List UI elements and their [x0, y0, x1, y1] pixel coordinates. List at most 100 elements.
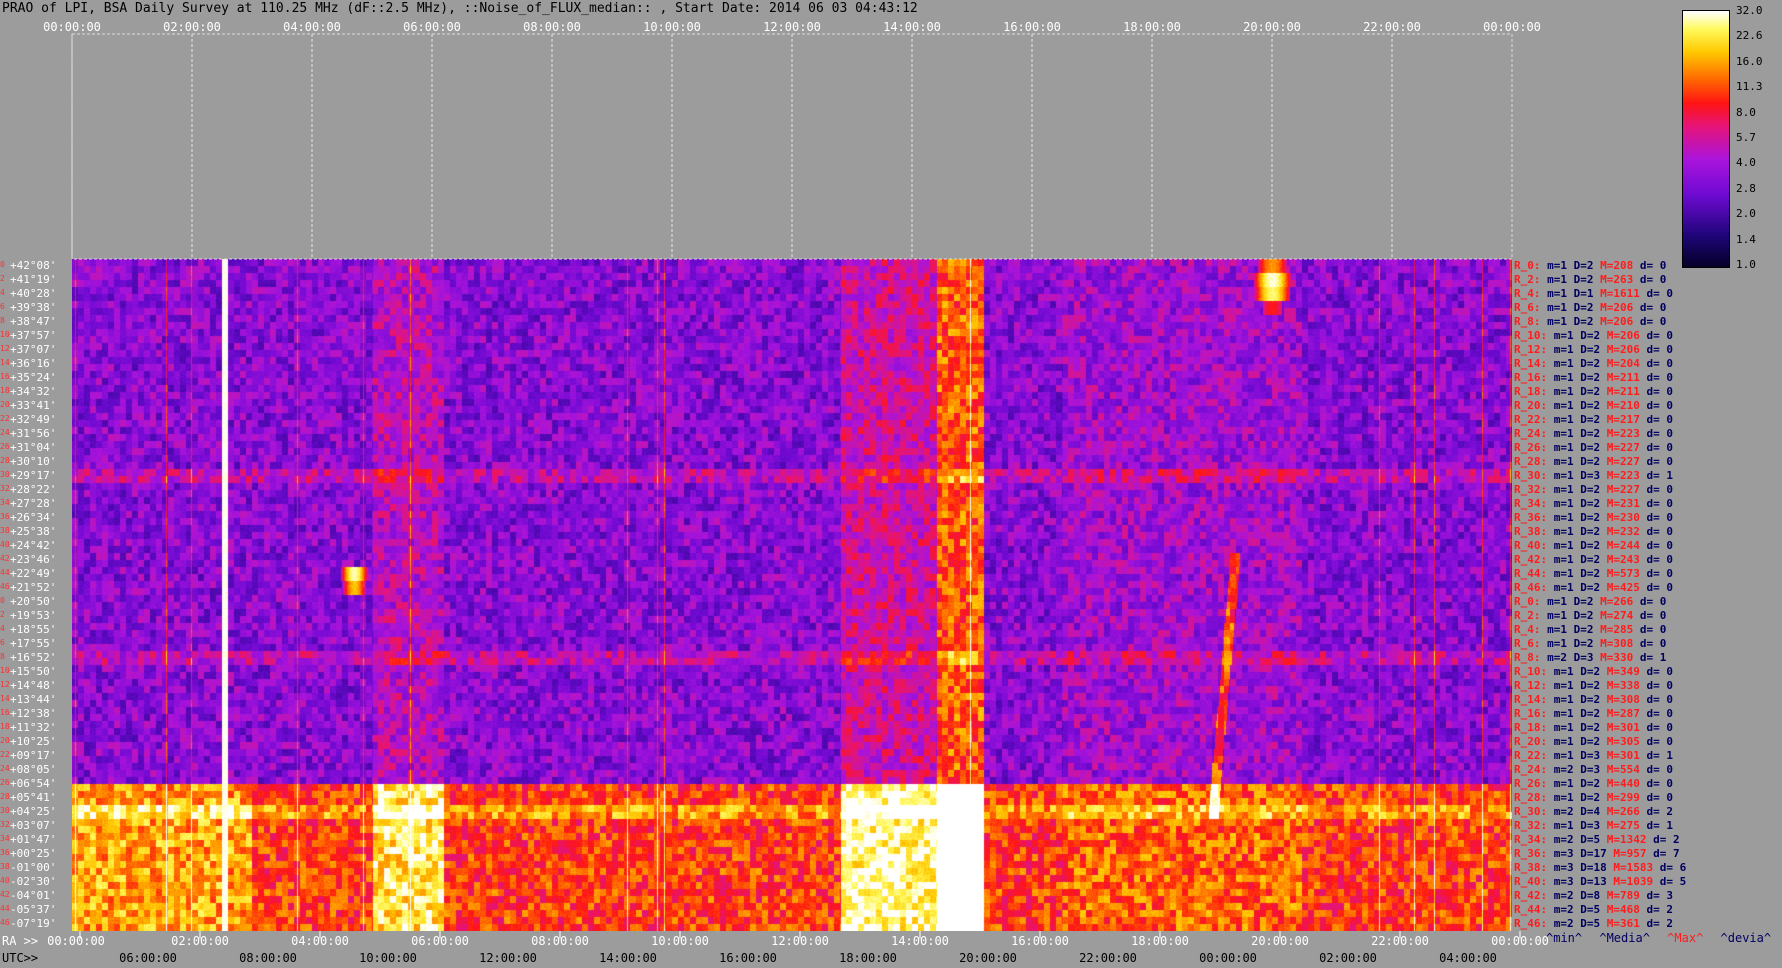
row-stat-field: d= 3 — [1646, 889, 1674, 902]
row-index-label: 2 — [0, 610, 5, 619]
utc-tick-label: 18:00:00 — [839, 951, 897, 965]
dec-tick-label: +12°38' — [10, 707, 57, 720]
row-stat-field: R_38: — [1514, 525, 1554, 538]
row-stat-field: M=275 — [1606, 819, 1647, 832]
row-stat-field: D=2 — [1580, 399, 1607, 412]
utc-tick-label: 08:00:00 — [239, 951, 297, 965]
ra-tick-label: 02:00:00 — [171, 934, 229, 948]
row-stat-field: R_4: — [1514, 623, 1548, 636]
row-stat: R_16: m=1 D=2 M=211 d= 0 — [1514, 371, 1673, 384]
dec-tick-label: +30°10' — [10, 455, 57, 468]
row-stat-field: D=13 — [1580, 875, 1614, 888]
ra-tick-label: 06:00:00 — [411, 934, 469, 948]
row-stat-field: M=211 — [1606, 371, 1647, 384]
row-stat-field: R_4: — [1514, 287, 1548, 300]
row-stat-field: d= 0 — [1639, 595, 1667, 608]
row-index-label: 44 — [0, 568, 10, 577]
row-index-label: 26 — [0, 442, 10, 451]
row-stat-field: d= 1 — [1639, 651, 1667, 664]
row-stat-field: R_30: — [1514, 469, 1554, 482]
row-stat-field: R_16: — [1514, 707, 1554, 720]
plot-frame — [71, 33, 1513, 260]
row-stat-field: d= 0 — [1646, 455, 1674, 468]
utc-tick-label: 04:00:00 — [1439, 951, 1497, 965]
row-stat-field: m=1 — [1553, 539, 1581, 552]
row-stat-field: D=2 — [1580, 525, 1607, 538]
row-index-label: 28 — [0, 792, 10, 801]
colorbar-tick-label: 1.4 — [1736, 232, 1756, 246]
dec-tick-label: +39°38' — [10, 301, 57, 314]
row-stat-field: R_12: — [1514, 679, 1554, 692]
row-stat-field: M=957 — [1613, 847, 1654, 860]
row-stat-field: R_36: — [1514, 847, 1554, 860]
dec-tick-label: +06°54' — [10, 777, 57, 790]
dec-tick-label: +14°48' — [10, 679, 57, 692]
dec-tick-label: +13°44' — [10, 693, 57, 706]
row-stat-field: m=1 — [1553, 679, 1581, 692]
row-stat-field: D=3 — [1580, 819, 1607, 832]
row-stat-field: d= 0 — [1646, 553, 1674, 566]
top-tick-label: 10:00:00 — [643, 20, 701, 34]
row-stat-field: M=305 — [1606, 735, 1647, 748]
row-stat-field: M=206 — [1606, 343, 1647, 356]
row-stat-field: R_24: — [1514, 763, 1554, 776]
row-stat-field: m=1 — [1547, 637, 1574, 650]
row-stat-field: R_14: — [1514, 357, 1554, 370]
row-stat: R_8: m=1 D=2 M=206 d= 0 — [1514, 315, 1666, 328]
utc-tick-label: 20:00:00 — [959, 951, 1017, 965]
row-stat-field: d= 0 — [1639, 609, 1667, 622]
row-stat-field: m=1 — [1553, 749, 1581, 762]
dec-tick-label: +41°19' — [10, 273, 57, 286]
dec-tick-label: +38°47' — [10, 315, 57, 328]
row-stat-field: d= 0 — [1646, 581, 1674, 594]
dec-tick-label: +25°38' — [10, 525, 57, 538]
dec-tick-label: +21°52' — [10, 581, 57, 594]
row-index-label: 14 — [0, 358, 10, 367]
row-index-label: 26 — [0, 778, 10, 787]
row-stat-field: M=208 — [1600, 259, 1640, 272]
dec-tick-label: +33°41' — [10, 399, 57, 412]
dec-tick-label: +00°25' — [10, 847, 57, 860]
dec-tick-label: -07°19' — [10, 917, 57, 930]
row-stat: R_28: m=1 D=2 M=227 d= 0 — [1514, 455, 1673, 468]
row-stat-field: m=1 — [1547, 595, 1574, 608]
legend-max: ^Max^ — [1667, 931, 1704, 945]
dec-tick-label: +24°42' — [10, 539, 57, 552]
row-stat-field: R_10: — [1514, 329, 1554, 342]
row-stat-field: d= 0 — [1639, 301, 1667, 314]
row-stat-field: R_26: — [1514, 777, 1554, 790]
dec-tick-label: +27°28' — [10, 497, 57, 510]
row-stat-field: R_46: — [1514, 581, 1554, 594]
row-stat: R_30: m=2 D=4 M=266 d= 2 — [1514, 805, 1673, 818]
row-stat-field: D=2 — [1573, 273, 1601, 286]
dec-tick-label: +11°32' — [10, 721, 57, 734]
dec-tick-label: +23°46' — [10, 553, 57, 566]
row-stat-field: M=330 — [1600, 651, 1640, 664]
row-stat-field: R_20: — [1514, 735, 1554, 748]
row-index-label: 42 — [0, 890, 10, 899]
row-stat: R_4: m=1 D=1 M=1611 d= 0 — [1514, 287, 1673, 300]
colorbar-tick-label: 5.7 — [1736, 131, 1756, 144]
row-index-label: 10 — [0, 666, 10, 675]
row-stat-field: R_40: — [1514, 539, 1554, 552]
row-stat-field: M=425 — [1606, 581, 1647, 594]
row-stat-field: R_18: — [1514, 721, 1554, 734]
row-stat: R_8: m=2 D=3 M=330 d= 1 — [1514, 651, 1666, 664]
row-stat-field: R_42: — [1514, 889, 1554, 902]
row-stat-field: m=3 — [1553, 861, 1581, 874]
row-stat-field: R_18: — [1514, 385, 1554, 398]
row-stat-field: d= 1 — [1646, 749, 1674, 762]
row-stat-field: m=1 — [1547, 287, 1574, 300]
colorbar-tick-label: 8.0 — [1736, 105, 1756, 119]
row-stat-field: d= 0 — [1646, 539, 1674, 552]
chart-title: PRAO of LPI, BSA Daily Survey at 110.25 … — [2, 1, 918, 16]
row-stat: R_10: m=1 D=2 M=349 d= 0 — [1514, 665, 1673, 678]
row-stat-field: R_26: — [1514, 441, 1554, 454]
dec-tick-label: +09°17' — [10, 749, 57, 762]
row-stat-field: R_32: — [1514, 483, 1554, 496]
spectrogram-heatmap[interactable] — [72, 259, 1512, 931]
row-stat: R_36: m=1 D=2 M=230 d= 0 — [1514, 511, 1673, 524]
row-stat-field: M=1342 — [1606, 833, 1654, 846]
row-stat-field: m=1 — [1553, 721, 1581, 734]
row-stat-field: D=2 — [1580, 511, 1607, 524]
